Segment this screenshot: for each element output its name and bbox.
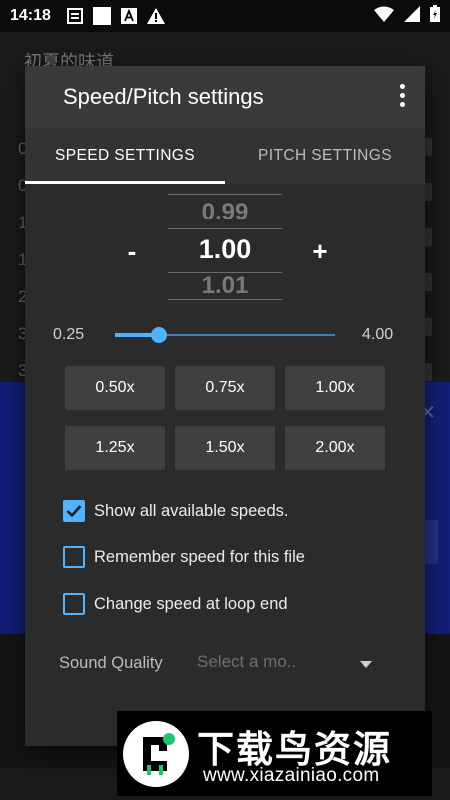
change-speed-loop-option[interactable]: Change speed at loop end (63, 591, 288, 617)
picker-divider (168, 299, 282, 300)
remember-speed-checkbox[interactable] (63, 546, 85, 568)
decrease-speed-button[interactable]: - (117, 236, 147, 267)
status-bar: 14:18 (0, 0, 450, 32)
change-speed-loop-label: Change speed at loop end (94, 594, 288, 613)
watermark-url: www.xiazainiao.com (203, 765, 380, 786)
preset-2-00x-button[interactable]: 2.00x (285, 426, 385, 470)
speed-picker[interactable]: 0.99 - 1.00 + 1.01 (25, 192, 425, 302)
tab-bar: SPEED SETTINGS PITCH SETTINGS (25, 128, 425, 184)
dropdown-caret-icon (360, 661, 372, 668)
remember-speed-label: Remember speed for this file (94, 547, 305, 566)
picker-divider (168, 272, 282, 273)
preset-0-75x-button[interactable]: 0.75x (175, 366, 275, 410)
show-all-speeds-label: Show all available speeds. (94, 501, 289, 520)
picker-previous-value[interactable]: 0.99 (168, 197, 282, 219)
slider-min-label: 0.25 (53, 326, 85, 343)
notification-icon (66, 8, 83, 24)
square-icon (92, 7, 111, 25)
sound-quality-value: Select a mo.. (197, 652, 297, 671)
sound-quality-label: Sound Quality (59, 654, 163, 672)
speed-pitch-dialog: Speed/Pitch settings SPEED SETTINGS PITC… (25, 66, 425, 746)
checkmark-icon (66, 505, 82, 518)
tab-speed-settings[interactable]: SPEED SETTINGS (25, 128, 225, 184)
picker-current-value[interactable]: 1.00 (168, 234, 282, 265)
picker-divider (168, 194, 282, 195)
watermark-logo (123, 721, 189, 787)
warning-icon (146, 8, 165, 24)
speed-slider-thumb[interactable] (151, 327, 167, 343)
sound-quality-dropdown[interactable]: Select a mo.. (197, 652, 372, 678)
tab-pitch-settings[interactable]: PITCH SETTINGS (225, 128, 425, 184)
dialog-header: Speed/Pitch settings (25, 66, 425, 128)
watermark: 下载鸟资源 www.xiazainiao.com (117, 711, 432, 796)
preset-1-50x-button[interactable]: 1.50x (175, 426, 275, 470)
increase-speed-button[interactable]: + (305, 236, 335, 267)
signal-icon (404, 5, 420, 27)
dialog-title: Speed/Pitch settings (63, 84, 264, 109)
wifi-icon (374, 6, 394, 27)
show-all-speeds-option[interactable]: Show all available speeds. (63, 498, 288, 524)
status-time: 14:18 (10, 7, 51, 24)
picker-divider (168, 228, 282, 229)
show-all-speeds-checkbox[interactable] (63, 500, 85, 522)
slider-max-label: 4.00 (362, 326, 394, 343)
picker-next-value[interactable]: 1.01 (168, 276, 282, 298)
change-speed-loop-checkbox[interactable] (63, 593, 85, 615)
battery-icon (430, 5, 440, 27)
preset-0-50x-button[interactable]: 0.50x (65, 366, 165, 410)
a-badge-icon (120, 8, 137, 24)
more-options-icon[interactable] (397, 84, 407, 110)
preset-1-00x-button[interactable]: 1.00x (285, 366, 385, 410)
tab-indicator (25, 181, 225, 184)
preset-1-25x-button[interactable]: 1.25x (65, 426, 165, 470)
remember-speed-option[interactable]: Remember speed for this file (63, 544, 305, 570)
